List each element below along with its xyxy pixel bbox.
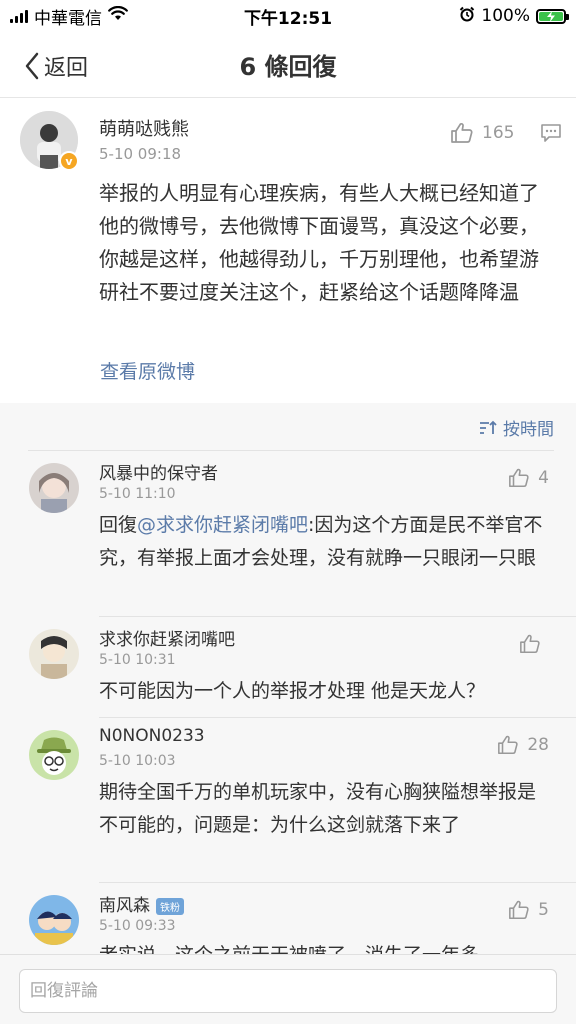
reply-text: 回復@求求你赶紧闭嘴吧:因为这个方面是民不举官不究，有举报上面才会处理，没有就睁…: [99, 509, 549, 575]
like-button[interactable]: 165: [450, 121, 514, 145]
avatar[interactable]: [29, 730, 79, 780]
signal-icon: [10, 9, 28, 23]
verified-badge: v: [59, 151, 79, 171]
sort-button[interactable]: 按時間: [479, 415, 554, 440]
thumb-up-icon: [520, 634, 540, 654]
like-button[interactable]: 28: [497, 734, 549, 756]
battery-percent: 100%: [481, 6, 530, 26]
list-item: 风暴中的保守者 5-10 11:10 4 回復@求求你赶紧闭嘴吧:因为这个方面是…: [0, 451, 576, 617]
back-label: 返回: [44, 56, 89, 81]
username[interactable]: N0NON0233: [99, 726, 205, 746]
sort-bar: 按時間: [0, 403, 576, 450]
reply-text: 老实说，这个之前天天被喷了，消失了一年多: [99, 939, 549, 954]
back-button[interactable]: 返回: [24, 50, 88, 82]
reply-text: 期待全国千万的单机玩家中，没有心胸狭隘想举报是不可能的，问题是：为什么这剑就落下…: [99, 781, 537, 836]
timestamp: 5-10 10:03: [99, 753, 176, 769]
reply-prefix: 回復: [99, 514, 138, 536]
like-count: 5: [538, 900, 549, 920]
username[interactable]: 风暴中的保守者: [99, 459, 218, 484]
status-left: 中華電信: [10, 4, 210, 29]
sort-label: 按時間: [503, 420, 554, 440]
username[interactable]: 求求你赶紧闭嘴吧: [99, 625, 235, 650]
username[interactable]: 萌萌哒贱熊: [99, 115, 189, 141]
timestamp: 5-10 09:33: [99, 918, 176, 934]
carrier-label: 中華電信: [34, 8, 102, 29]
comment-icon: [541, 124, 561, 142]
bottom-bar: [0, 954, 576, 1024]
wifi-icon: [108, 5, 128, 26]
avatar[interactable]: [29, 895, 79, 945]
avatar[interactable]: [29, 629, 79, 679]
thumb-up-icon: [498, 735, 519, 755]
back-chevron-icon: [25, 52, 39, 80]
like-count: 28: [527, 735, 549, 755]
username-row: 南风森 铁粉: [99, 891, 184, 916]
reply-list: 按時間 风暴中的保守者 5-10 11:10 4 回復@求求你赶紧闭嘴吧:因为这…: [0, 403, 576, 954]
list-item: 南风森铁粉 5-10 09:33 5 老实说，这个之前天天被喷了，消失了一年多: [0, 883, 576, 954]
status-time: 下午12:51: [243, 8, 333, 29]
status-bar: 中華電信 下午12:51 100%: [0, 0, 576, 32]
nav-bar: 返回 6 條回復: [0, 32, 576, 98]
comment-text: 举报的人明显有心理疾病，有些人大概已经知道了他的微博号，去他微博下面谩骂，真没这…: [99, 181, 539, 304]
timestamp: 5-10 11:10: [99, 486, 176, 502]
like-count: 165: [482, 123, 515, 143]
view-original-link[interactable]: 查看原微博: [100, 357, 195, 384]
battery-icon: [536, 8, 569, 24]
comment-button[interactable]: [540, 123, 562, 147]
fan-badge: 铁粉: [156, 897, 184, 915]
like-count: 4: [538, 468, 549, 488]
list-item: N0NON0233 5-10 10:03 28 期待全国千万的单机玩家中，没有心…: [0, 718, 576, 883]
reply-input[interactable]: [19, 969, 557, 1013]
thumb-up-icon: [509, 900, 529, 920]
thumb-up-icon: [509, 468, 529, 488]
mention-link[interactable]: @求求你赶紧闭嘴吧: [137, 514, 308, 536]
alarm-icon: [459, 6, 475, 27]
like-button[interactable]: 4: [508, 467, 549, 489]
like-button[interactable]: [519, 633, 549, 655]
username[interactable]: 南风森: [99, 896, 150, 916]
timestamp: 5-10 09:18: [99, 145, 182, 163]
like-button[interactable]: 5: [508, 899, 549, 921]
reply-text: 不可能因为一个人的举报才处理 他是天龙人？: [99, 680, 486, 702]
timestamp: 5-10 10:31: [99, 652, 176, 668]
main-comment: v 萌萌哒贱熊 5-10 09:18 165 举报的人明显有心理疾病，有些人大概…: [0, 99, 576, 403]
sort-icon: [480, 420, 497, 434]
list-item: 求求你赶紧闭嘴吧 5-10 10:31 不可能因为一个人的举报才处理 他是天龙人…: [0, 617, 576, 718]
thumb-up-icon: [451, 122, 473, 143]
avatar[interactable]: [29, 463, 79, 513]
status-right: 100%: [366, 6, 569, 27]
